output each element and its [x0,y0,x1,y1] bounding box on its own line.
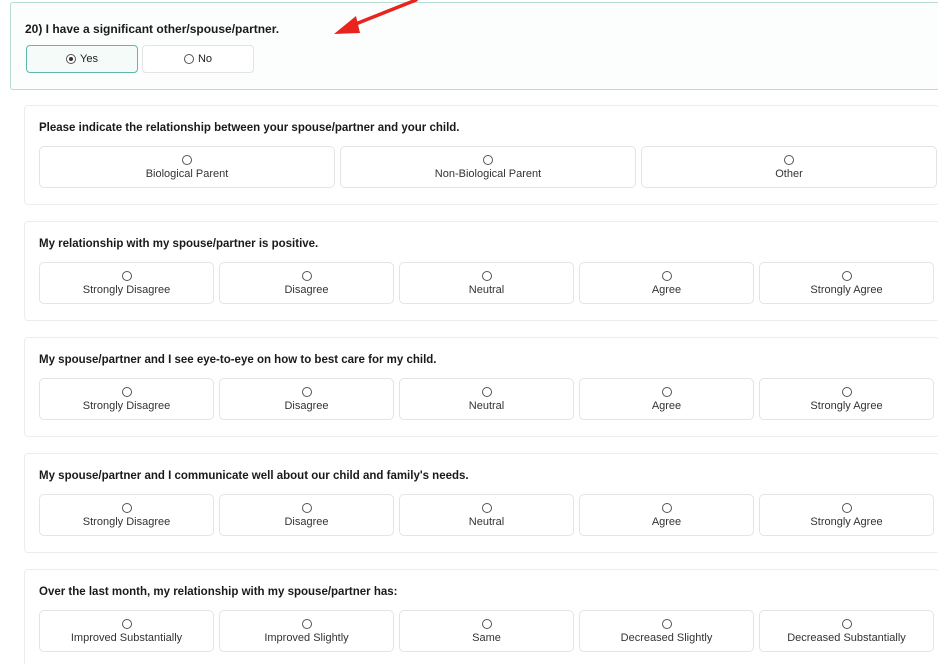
radio-unchecked-icon [121,502,132,513]
option-label: Strongly Disagree [82,283,171,296]
option-strongly-disagree[interactable]: Strongly Disagree [39,378,214,420]
no-option-button[interactable]: No [142,45,254,73]
radio-unchecked-icon [841,502,852,513]
options-row: Biological Parent Non-Biological Parent … [39,146,937,188]
options-row: Strongly Disagree Disagree Neutral Agree… [39,262,934,304]
option-label: Disagree [284,515,329,528]
option-same[interactable]: Same [399,610,574,652]
radio-unchecked-icon [841,618,852,629]
option-label: Other [775,167,803,180]
option-non-biological-parent[interactable]: Non-Biological Parent [340,146,636,188]
question-label: My relationship with my spouse/partner i… [39,238,319,250]
option-label: Neutral [468,283,505,296]
option-strongly-agree[interactable]: Strongly Agree [759,262,934,304]
options-row: Strongly Disagree Disagree Neutral Agree… [39,378,934,420]
options-row: Strongly Disagree Disagree Neutral Agree… [39,494,934,536]
option-label: Decreased Substantially [787,631,906,644]
option-label: Agree [651,515,682,528]
option-label: Neutral [468,399,505,412]
radio-unchecked-icon [301,502,312,513]
radio-unchecked-icon [481,386,492,397]
option-label: Non-Biological Parent [434,167,542,180]
question-label: Please indicate the relationship between… [39,122,460,134]
radio-unchecked-icon [784,154,794,165]
option-improved-substantially[interactable]: Improved Substantially [39,610,214,652]
option-label: Improved Substantially [70,631,183,644]
radio-unchecked-icon [121,270,132,281]
question-20-label: 20) I have a significant other/spouse/pa… [25,22,280,36]
option-label: Strongly Disagree [82,399,171,412]
radio-unchecked-icon [661,386,672,397]
radio-checked-icon [66,54,77,64]
no-option-label: No [197,53,213,65]
radio-unchecked-icon [841,386,852,397]
radio-unchecked-icon [661,618,672,629]
survey-page: 20) I have a significant other/spouse/pa… [0,0,938,664]
question-20-card: 20) I have a significant other/spouse/pa… [10,2,938,90]
radio-unchecked-icon [301,386,312,397]
radio-unchecked-icon [301,618,312,629]
radio-unchecked-icon [121,386,132,397]
radio-unchecked-icon [481,618,492,629]
option-improved-slightly[interactable]: Improved Slightly [219,610,394,652]
option-neutral[interactable]: Neutral [399,262,574,304]
question-label: My spouse/partner and I communicate well… [39,470,469,482]
relationship-positive-card: My relationship with my spouse/partner i… [24,221,938,321]
option-neutral[interactable]: Neutral [399,378,574,420]
option-label: Strongly Agree [810,399,883,412]
radio-unchecked-icon [841,270,852,281]
option-label: Improved Slightly [264,631,349,644]
option-label: Disagree [284,283,329,296]
option-disagree[interactable]: Disagree [219,262,394,304]
relationship-change-card: Over the last month, my relationship wit… [24,569,938,664]
option-strongly-disagree[interactable]: Strongly Disagree [39,494,214,536]
option-label: Strongly Agree [810,515,883,528]
question-label: Over the last month, my relationship wit… [39,586,398,598]
radio-unchecked-icon [182,154,192,165]
radio-unchecked-icon [481,502,492,513]
radio-unchecked-icon [121,618,132,629]
radio-unchecked-icon [483,154,493,165]
option-disagree[interactable]: Disagree [219,378,394,420]
option-label: Disagree [284,399,329,412]
option-label: Neutral [468,515,505,528]
radio-unchecked-icon [481,270,492,281]
radio-unchecked-icon [661,270,672,281]
option-decreased-substantially[interactable]: Decreased Substantially [759,610,934,652]
option-disagree[interactable]: Disagree [219,494,394,536]
relationship-type-card: Please indicate the relationship between… [24,105,938,205]
option-strongly-disagree[interactable]: Strongly Disagree [39,262,214,304]
options-row: Improved Substantially Improved Slightly… [39,610,934,652]
option-label: Strongly Agree [810,283,883,296]
communication-card: My spouse/partner and I communicate well… [24,453,938,553]
option-biological-parent[interactable]: Biological Parent [39,146,335,188]
question-label: My spouse/partner and I see eye-to-eye o… [39,354,437,366]
annotation-arrow-icon [334,0,418,34]
option-strongly-agree[interactable]: Strongly Agree [759,378,934,420]
option-label: Agree [651,399,682,412]
yes-option-label: Yes [80,53,98,65]
option-other[interactable]: Other [641,146,937,188]
option-agree[interactable]: Agree [579,494,754,536]
option-decreased-slightly[interactable]: Decreased Slightly [579,610,754,652]
radio-unchecked-icon [661,502,672,513]
option-label: Same [472,631,501,644]
option-label: Agree [651,283,682,296]
option-label: Biological Parent [145,167,229,180]
option-strongly-agree[interactable]: Strongly Agree [759,494,934,536]
eye-to-eye-card: My spouse/partner and I see eye-to-eye o… [24,337,938,437]
option-neutral[interactable]: Neutral [399,494,574,536]
yes-option-button[interactable]: Yes [26,45,138,73]
option-agree[interactable]: Agree [579,378,754,420]
radio-unchecked-icon [183,54,194,64]
option-label: Decreased Slightly [620,631,713,644]
radio-unchecked-icon [301,270,312,281]
option-agree[interactable]: Agree [579,262,754,304]
option-label: Strongly Disagree [82,515,171,528]
